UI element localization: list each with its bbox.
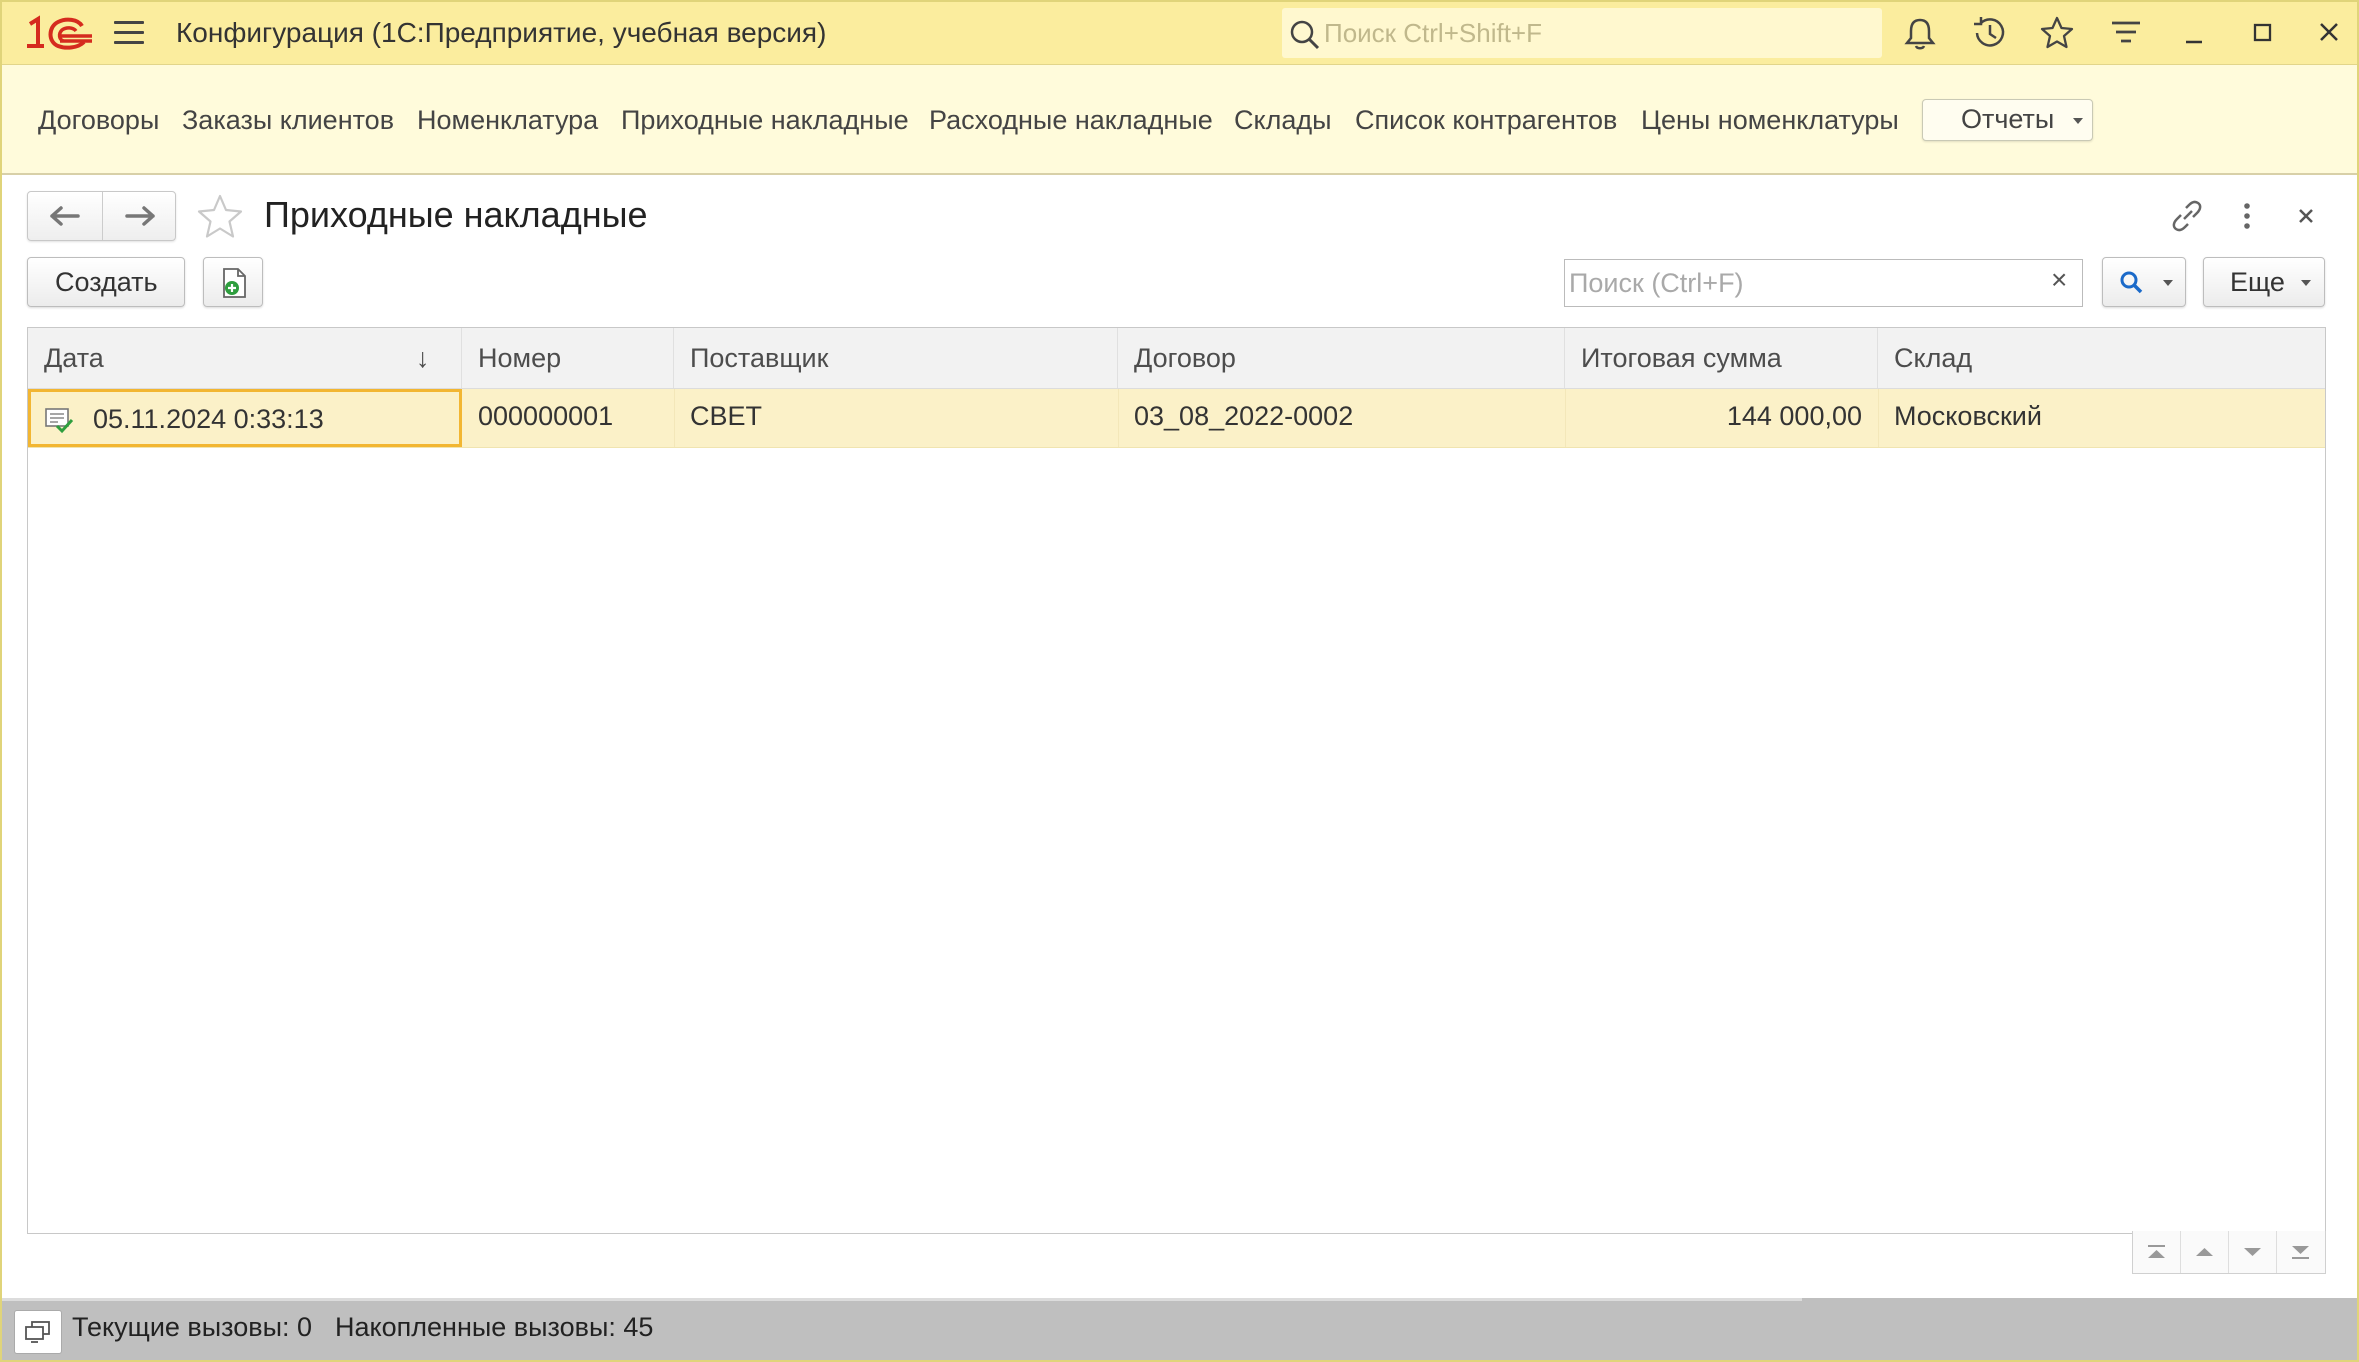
navigation-buttons [27,191,176,241]
functions-menu-icon[interactable] [2106,14,2146,52]
reports-dropdown-icon [2073,118,2083,124]
more-actions-icon[interactable] [2227,198,2267,234]
maximize-icon[interactable] [2242,14,2282,52]
search-icon [1290,20,1320,50]
magnifier-icon [2120,271,2143,294]
close-window-icon[interactable] [2309,14,2349,52]
scroll-to-top-icon[interactable] [2133,1231,2181,1273]
reports-label: Отчеты [1961,104,2055,134]
table-header: Дата ↓ Номер Поставщик Договор Итоговая … [28,328,2325,389]
search-options-dropdown-icon [2163,280,2173,286]
column-header-number[interactable]: Номер [462,328,674,388]
app-title: Конфигурация (1С:Предприятие, учебная ве… [176,17,827,48]
cell-contract[interactable]: 03_08_2022-0002 [1118,389,1566,447]
date-value: 05.11.2024 0:33:13 [93,404,324,434]
scroll-to-bottom-icon[interactable] [2277,1231,2324,1273]
more-button-label: Еще [2230,267,2285,297]
search-clear-button[interactable]: × [2040,259,2083,307]
column-header-contract[interactable]: Договор [1118,328,1565,388]
section-prices[interactable]: Цены номенклатуры [1641,105,1899,136]
cell-number[interactable]: 000000001 [462,389,675,447]
total-value: 144 000,00 [1726,401,1862,431]
contract-value: 03_08_2022-0002 [1134,401,1354,431]
section-nomenclature[interactable]: Номенклатура [417,105,598,136]
section-incoming-invoices[interactable]: Приходные накладные [621,105,909,136]
current-calls-text: Текущие вызовы: 0 [72,1312,313,1342]
bell-icon[interactable] [1900,14,1940,52]
new-document-icon [223,268,246,298]
column-header-label: Договор [1134,343,1236,373]
status-bar: Текущие вызовы: 0 Накопленные вызовы: 45 [2,1298,2357,1360]
global-search[interactable]: Поиск Ctrl+Shift+F [1282,8,1882,58]
minimize-icon[interactable] [2174,14,2214,52]
number-value: 000000001 [478,401,614,431]
cell-total[interactable]: 144 000,00 [1565,389,1879,447]
link-icon[interactable] [2167,198,2207,234]
cell-date[interactable]: 05.11.2024 0:33:13 [28,389,462,447]
add-to-favorites-star-icon[interactable] [195,193,245,241]
history-icon[interactable] [1969,14,2009,52]
create-button[interactable]: Создать [27,257,185,307]
create-button-label: Создать [55,267,158,297]
monitor-icon [25,1321,50,1343]
column-header-label: Поставщик [690,343,829,373]
reports-button[interactable]: Отчеты [1922,99,2093,141]
warehouse-value: Московский [1894,401,2042,431]
table-row[interactable]: 05.11.2024 0:33:13 000000001 СВЕТ 03_08_… [28,389,2325,448]
accumulated-calls-text: Накопленные вызовы: 45 [335,1312,654,1342]
title-bar: Конфигурация (1С:Предприятие, учебная ве… [2,2,2357,65]
list-search-input-box [1564,259,2042,307]
posted-document-icon [45,408,74,434]
more-button[interactable]: Еще [2203,257,2325,307]
scroll-down-icon[interactable] [2229,1231,2277,1273]
favorites-star-icon[interactable] [2037,14,2077,52]
section-outgoing-invoices[interactable]: Расходные накладные [929,105,1213,136]
section-customer-orders[interactable]: Заказы клиентов [182,105,394,136]
column-header-supplier[interactable]: Поставщик [674,328,1118,388]
back-arrow-icon[interactable] [28,192,102,240]
section-warehouses[interactable]: Склады [1234,105,1332,136]
global-search-placeholder: Поиск Ctrl+Shift+F [1324,18,1542,48]
close-form-icon[interactable] [2286,198,2326,234]
column-header-warehouse[interactable]: Склад [1878,328,2325,388]
main-menu-icon[interactable] [114,21,144,45]
1c-logo-icon[interactable] [24,14,94,52]
section-contracts[interactable]: Договоры [38,105,159,136]
search-options-button[interactable] [2102,257,2186,307]
invoices-table[interactable]: Дата ↓ Номер Поставщик Договор Итоговая … [27,327,2326,1234]
column-header-date[interactable]: Дата ↓ [28,328,462,388]
create-by-copy-button[interactable] [203,257,263,307]
column-header-total[interactable]: Итоговая сумма [1565,328,1878,388]
list-search-input[interactable] [1565,260,2031,306]
performance-monitor-button[interactable] [14,1310,62,1354]
scroll-up-icon[interactable] [2181,1231,2229,1273]
column-header-label: Склад [1894,343,1973,373]
column-header-label: Номер [478,343,562,373]
app-window: Конфигурация (1С:Предприятие, учебная ве… [0,0,2359,1362]
section-counterparties[interactable]: Список контрагентов [1355,105,1617,136]
status-progress-line [2,1298,1802,1301]
more-dropdown-icon [2301,280,2311,286]
supplier-value: СВЕТ [690,401,763,431]
column-header-label: Дата [44,343,104,373]
form-title: Приходные накладные [264,194,648,235]
column-header-label: Итоговая сумма [1581,343,1782,373]
sort-descending-icon: ↓ [416,343,430,373]
cell-supplier[interactable]: СВЕТ [674,389,1119,447]
sections-bar: Договоры Заказы клиентов Номенклатура Пр… [2,65,2357,175]
clear-icon: × [2051,264,2068,295]
table-scroll-controls [2132,1231,2326,1274]
forward-arrow-icon[interactable] [103,192,177,240]
cell-warehouse[interactable]: Московский [1878,389,2325,447]
